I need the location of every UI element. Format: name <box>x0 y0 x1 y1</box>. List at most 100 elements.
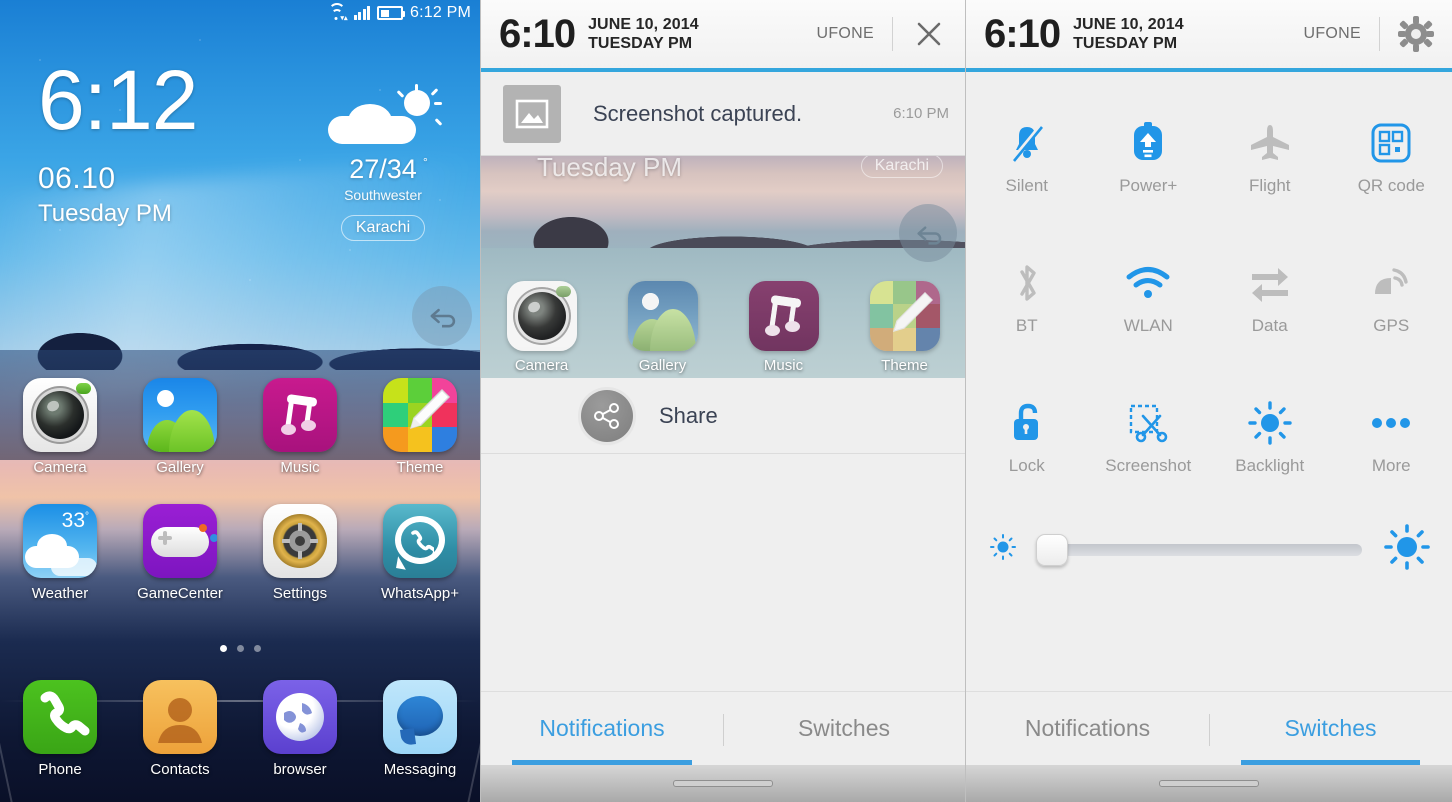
switch-label: Silent <box>1005 176 1049 195</box>
partly-cloudy-icon <box>308 84 458 150</box>
data-arrows-icon <box>1209 260 1331 306</box>
app-music[interactable]: Music <box>240 370 360 476</box>
carrier-label: UFONE <box>816 25 874 42</box>
weather-icon: 33° <box>23 504 97 578</box>
switch-lock[interactable]: Lock <box>966 378 1088 494</box>
switch-label: Flight <box>1248 176 1291 195</box>
brightness-high-glyph <box>1384 524 1430 570</box>
close-icon <box>917 22 941 46</box>
switch-wlan[interactable]: WLAN <box>1088 238 1210 354</box>
tab-label: Switches <box>797 715 891 741</box>
back-arrow-icon <box>916 225 941 245</box>
app-gallery[interactable]: Gallery <box>120 370 240 476</box>
qr-code-icon <box>1331 120 1452 166</box>
header-divider <box>1379 17 1380 51</box>
weather-description: Southwester <box>344 187 422 203</box>
dock-messaging[interactable]: Messaging <box>360 672 480 778</box>
brightness-control <box>966 494 1452 575</box>
app-gamecenter[interactable]: GameCenter <box>120 496 240 602</box>
preview-app-music: Music <box>723 281 844 374</box>
person-glyph <box>158 697 202 743</box>
qr-glyph <box>1371 123 1411 163</box>
ellipsis-glyph <box>1372 418 1411 428</box>
app-label: GameCenter <box>137 585 223 602</box>
shade-tabbar: Notifications Switches <box>481 691 965 765</box>
dock-label: Messaging <box>383 761 457 778</box>
home-weather-widget[interactable]: 27/34 ° Southwester Karachi <box>308 84 458 241</box>
handset-glyph <box>40 691 90 736</box>
weather-city-badge[interactable]: Karachi <box>340 215 426 241</box>
app-camera[interactable]: Camera <box>0 370 120 476</box>
app-settings[interactable]: Settings <box>240 496 360 602</box>
sun-icon <box>1209 400 1331 446</box>
switch-silent[interactable]: Silent <box>966 98 1088 214</box>
notification-time: 6:10 PM <box>893 105 949 122</box>
floating-back-button[interactable] <box>412 286 472 346</box>
app-theme[interactable]: Theme <box>360 370 480 476</box>
home-clock-day: Tuesday PM <box>38 200 172 227</box>
sun-glyph <box>1248 401 1292 445</box>
share-label: Share <box>659 402 718 428</box>
preview-overlay-city: Karachi <box>860 156 943 178</box>
dock-contacts[interactable]: Contacts <box>120 672 240 778</box>
tab-switches[interactable]: Switches <box>723 692 965 765</box>
airplane-icon <box>1209 120 1331 166</box>
app-weather[interactable]: 33° Weather <box>0 496 120 602</box>
battery-icon <box>377 6 405 20</box>
app-label: Gallery <box>156 459 204 476</box>
brightness-low-glyph <box>990 534 1016 560</box>
brightness-slider-thumb[interactable] <box>1036 533 1068 566</box>
dock-row: Phone Contacts browser Messaging <box>0 672 480 778</box>
page-indicator-dots[interactable] <box>0 645 480 652</box>
notification-item[interactable]: Screenshot captured. 6:10 PM <box>481 72 965 156</box>
tab-notifications[interactable]: Notifications <box>481 692 723 765</box>
shade-clock: 6:10 <box>499 12 576 56</box>
switch-gps[interactable]: GPS <box>1331 238 1452 354</box>
globe-icon <box>263 680 337 754</box>
three-panel-screenshot-composite: ▾▴ 6:12 PM 6:12 06.10 Tuesday PM 27/34 °… <box>0 0 1452 802</box>
app-whatsapp[interactable]: WhatsApp+ <box>360 496 480 602</box>
switch-bluetooth[interactable]: BT <box>966 238 1088 354</box>
nav-handle[interactable] <box>673 780 773 787</box>
dock-browser[interactable]: browser <box>240 672 360 778</box>
settings-button[interactable] <box>1396 14 1436 54</box>
preview-app-label: Camera <box>514 357 569 374</box>
airplane-glyph <box>1250 125 1289 160</box>
page-dot-3[interactable] <box>253 645 261 652</box>
switch-data[interactable]: Data <box>1209 238 1331 354</box>
switch-backlight[interactable]: Backlight <box>1209 378 1331 494</box>
shade-date-block: JUNE 10, 2014 TUESDAY PM <box>1073 15 1184 53</box>
screenshot-preview[interactable]: Tuesday PM Karachi Camera Gallery Music … <box>481 156 965 378</box>
tab-notifications[interactable]: Notifications <box>966 692 1209 765</box>
switch-more[interactable]: More <box>1331 378 1452 494</box>
switch-screenshot[interactable]: Screenshot <box>1088 378 1210 494</box>
switch-label: Backlight <box>1235 456 1305 475</box>
bell-off-icon <box>966 120 1088 166</box>
dock-phone[interactable]: Phone <box>0 672 120 778</box>
preview-back-button <box>899 204 957 262</box>
clear-notifications-button[interactable] <box>909 14 949 54</box>
nav-handle[interactable] <box>1159 780 1259 787</box>
switch-power-plus[interactable]: Power+ <box>1088 98 1210 214</box>
bluetooth-glyph <box>1020 265 1036 301</box>
switch-label: Data <box>1251 316 1288 335</box>
switch-row-2: BT WLAN Data GPS <box>966 238 1452 354</box>
camera-icon <box>506 281 577 351</box>
dock-label: Contacts <box>150 761 210 778</box>
unlock-icon <box>966 400 1088 446</box>
switch-qr-code[interactable]: QR code <box>1331 98 1452 214</box>
page-dot-1[interactable] <box>219 645 227 652</box>
lock-clock-widget[interactable]: 6:12 06.10 Tuesday PM <box>38 58 198 229</box>
theme-icon <box>869 281 940 351</box>
switch-flight[interactable]: Flight <box>1209 98 1331 214</box>
share-action-row[interactable]: Share <box>481 378 965 454</box>
globe-continents <box>284 703 312 733</box>
tab-switches[interactable]: Switches <box>1209 692 1452 765</box>
brightness-slider[interactable] <box>1036 533 1362 566</box>
quick-switches-grid: Silent Power+ Flight QR code BT WLAN Dat… <box>966 72 1452 575</box>
shade-day: TUESDAY PM <box>1073 35 1178 52</box>
data-arrows-glyph <box>1251 268 1288 302</box>
unlock-glyph <box>1013 403 1038 440</box>
page-dot-2[interactable] <box>236 645 244 652</box>
carrier-label: UFONE <box>1303 25 1361 42</box>
